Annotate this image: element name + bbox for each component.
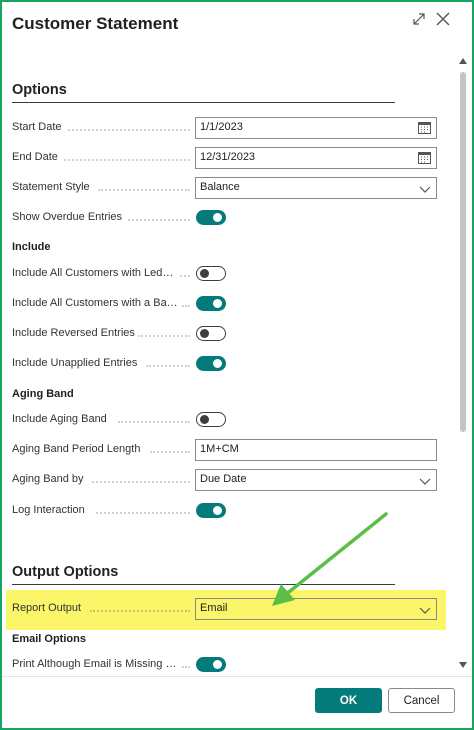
aging-band-by-row: Aging Band by Due Date <box>2 468 457 494</box>
annotation-arrow-icon <box>272 512 388 606</box>
cancel-button[interactable]: Cancel <box>388 688 455 713</box>
include-all-customers-ledger-row: Include All Customers with Led… <box>2 262 457 288</box>
include-aging-band-toggle[interactable] <box>196 412 226 427</box>
start-date-row: Start Date 1/1/2023 <box>2 116 457 142</box>
include-unapplied-toggle[interactable] <box>196 356 226 371</box>
aging-period-length-input[interactable]: 1M+CM <box>195 439 437 461</box>
chevron-down-icon <box>419 603 431 621</box>
show-overdue-row: Show Overdue Entries <box>2 206 457 232</box>
include-all-customers-balance-toggle[interactable] <box>196 296 226 311</box>
include-all-customers-ledger-toggle[interactable] <box>196 266 226 281</box>
start-date-label: Start Date <box>12 121 62 133</box>
include-all-customers-balance-label: Include All Customers with a Ba… <box>12 297 178 309</box>
chevron-down-icon <box>419 474 431 492</box>
log-interaction-toggle[interactable] <box>196 503 226 518</box>
show-overdue-toggle[interactable] <box>196 210 226 225</box>
calendar-icon[interactable] <box>418 151 431 169</box>
statement-style-label: Statement Style <box>12 181 90 193</box>
scroll-up-icon[interactable] <box>459 58 467 64</box>
include-unapplied-row: Include Unapplied Entries <box>2 352 457 378</box>
print-although-missing-label: Print Although Email is Missing … <box>12 658 177 670</box>
scroll-down-icon[interactable] <box>459 662 467 668</box>
dialog-title: Customer Statement <box>12 14 179 33</box>
include-unapplied-label: Include Unapplied Entries <box>12 357 138 369</box>
aging-band-by-select[interactable]: Due Date <box>195 469 437 491</box>
include-reversed-toggle[interactable] <box>196 326 226 341</box>
aging-period-length-label: Aging Band Period Length <box>12 443 141 455</box>
calendar-icon[interactable] <box>418 121 431 139</box>
aging-band-subheader: Aging Band <box>12 388 74 400</box>
statement-style-row: Statement Style Balance <box>2 176 457 202</box>
log-interaction-label: Log Interaction <box>12 504 85 516</box>
expand-icon[interactable] <box>412 12 426 26</box>
ok-button[interactable]: OK <box>315 688 382 713</box>
end-date-label: End Date <box>12 151 58 163</box>
start-date-input[interactable]: 1/1/2023 <box>195 117 437 139</box>
aging-period-length-row: Aging Band Period Length 1M+CM <box>2 438 457 464</box>
include-all-customers-ledger-label: Include All Customers with Led… <box>12 267 174 279</box>
show-overdue-label: Show Overdue Entries <box>12 211 123 223</box>
statement-style-select[interactable]: Balance <box>195 177 437 199</box>
email-options-subheader: Email Options <box>12 633 86 645</box>
include-all-customers-balance-row: Include All Customers with a Ba… <box>2 292 457 318</box>
close-icon[interactable] <box>436 12 450 26</box>
print-although-missing-toggle[interactable] <box>196 657 226 672</box>
include-reversed-label: Include Reversed Entries <box>12 327 135 339</box>
include-aging-band-row: Include Aging Band <box>2 408 457 434</box>
aging-band-by-label: Aging Band by <box>12 473 84 485</box>
end-date-input[interactable]: 12/31/2023 <box>195 147 437 169</box>
print-although-missing-row: Print Although Email is Missing … <box>2 653 457 674</box>
dialog-frame: Customer Statement Options Start Date 1/… <box>0 0 474 730</box>
include-aging-band-label: Include Aging Band <box>12 413 107 425</box>
scrollbar-thumb[interactable] <box>460 72 466 432</box>
end-date-row: End Date 12/31/2023 <box>2 146 457 172</box>
dialog-content: Options Start Date 1/1/2023 End Date 12/… <box>2 64 457 674</box>
report-output-label: Report Output <box>12 602 82 614</box>
scrollbar[interactable] <box>456 54 468 672</box>
chevron-down-icon <box>419 182 431 200</box>
footer-divider <box>2 676 472 677</box>
include-subheader: Include <box>12 241 51 253</box>
include-reversed-row: Include Reversed Entries <box>2 322 457 348</box>
section-title-options: Options <box>12 82 395 103</box>
